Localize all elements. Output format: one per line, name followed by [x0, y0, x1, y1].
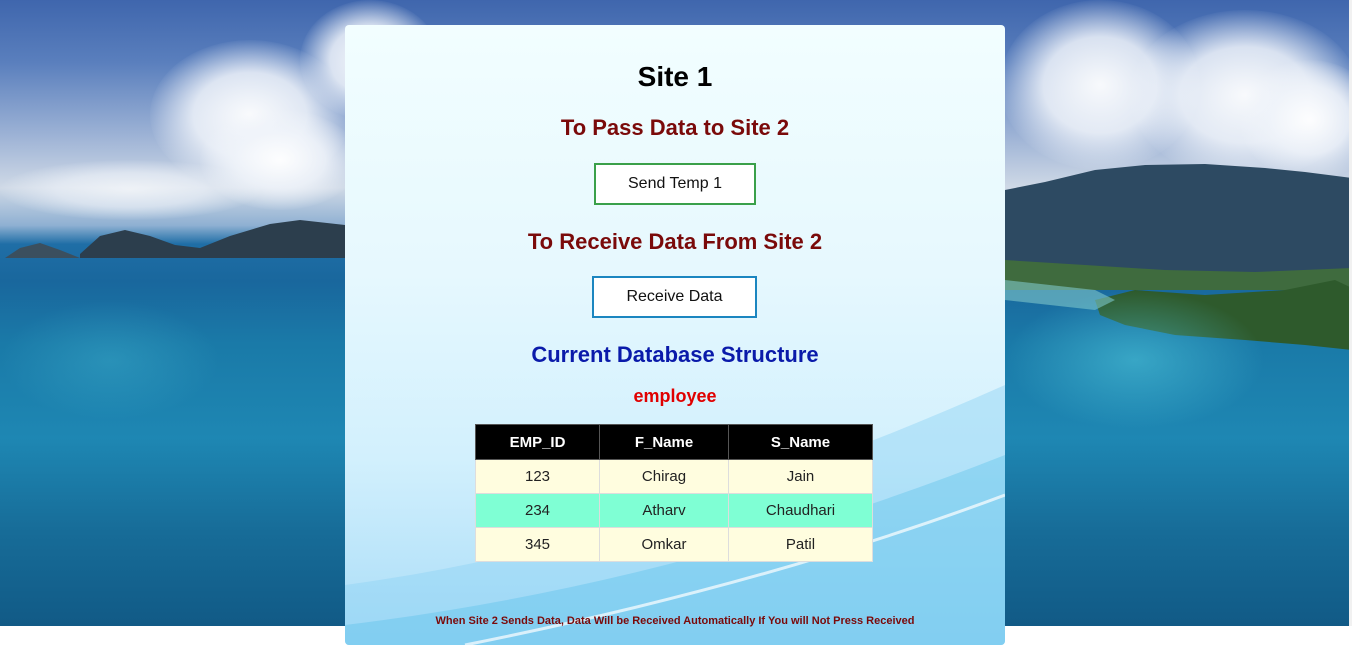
table-row: 123 Chirag Jain [475, 459, 873, 494]
column-header: EMP_ID [475, 424, 600, 460]
database-structure-heading: Current Database Structure [531, 342, 819, 367]
employee-table: EMP_ID F_Name S_Name 123 Chirag Jain 234… [475, 424, 873, 562]
page-title: Site 1 [637, 61, 713, 92]
receive-data-button[interactable]: Receive Data [592, 276, 757, 318]
table-cell: Chirag [599, 459, 729, 494]
table-header-row: EMP_ID F_Name S_Name [475, 424, 873, 460]
table-cell: 234 [475, 493, 600, 528]
pass-data-heading: To Pass Data to Site 2 [560, 115, 790, 140]
table-cell: Patil [728, 527, 873, 562]
table-cell: Omkar [599, 527, 729, 562]
receive-data-heading: To Receive Data From Site 2 [527, 229, 823, 254]
send-temp-button[interactable]: Send Temp 1 [594, 163, 756, 205]
table-cell: Chaudhari [728, 493, 873, 528]
table-cell: 345 [475, 527, 600, 562]
island-silhouette [5, 220, 345, 258]
table-row: 234 Atharv Chaudhari [475, 493, 873, 528]
main-panel: Site 1 To Pass Data to Site 2 Send Temp … [345, 25, 1005, 645]
table-cell: Atharv [599, 493, 729, 528]
column-header: S_Name [728, 424, 873, 460]
table-name-label: employee [633, 386, 717, 406]
auto-receive-note: When Site 2 Sends Data, Data Will be Rec… [435, 615, 915, 627]
table-cell: Jain [728, 459, 873, 494]
table-row: 345 Omkar Patil [475, 527, 873, 562]
column-header: F_Name [599, 424, 729, 460]
table-cell: 123 [475, 459, 600, 494]
